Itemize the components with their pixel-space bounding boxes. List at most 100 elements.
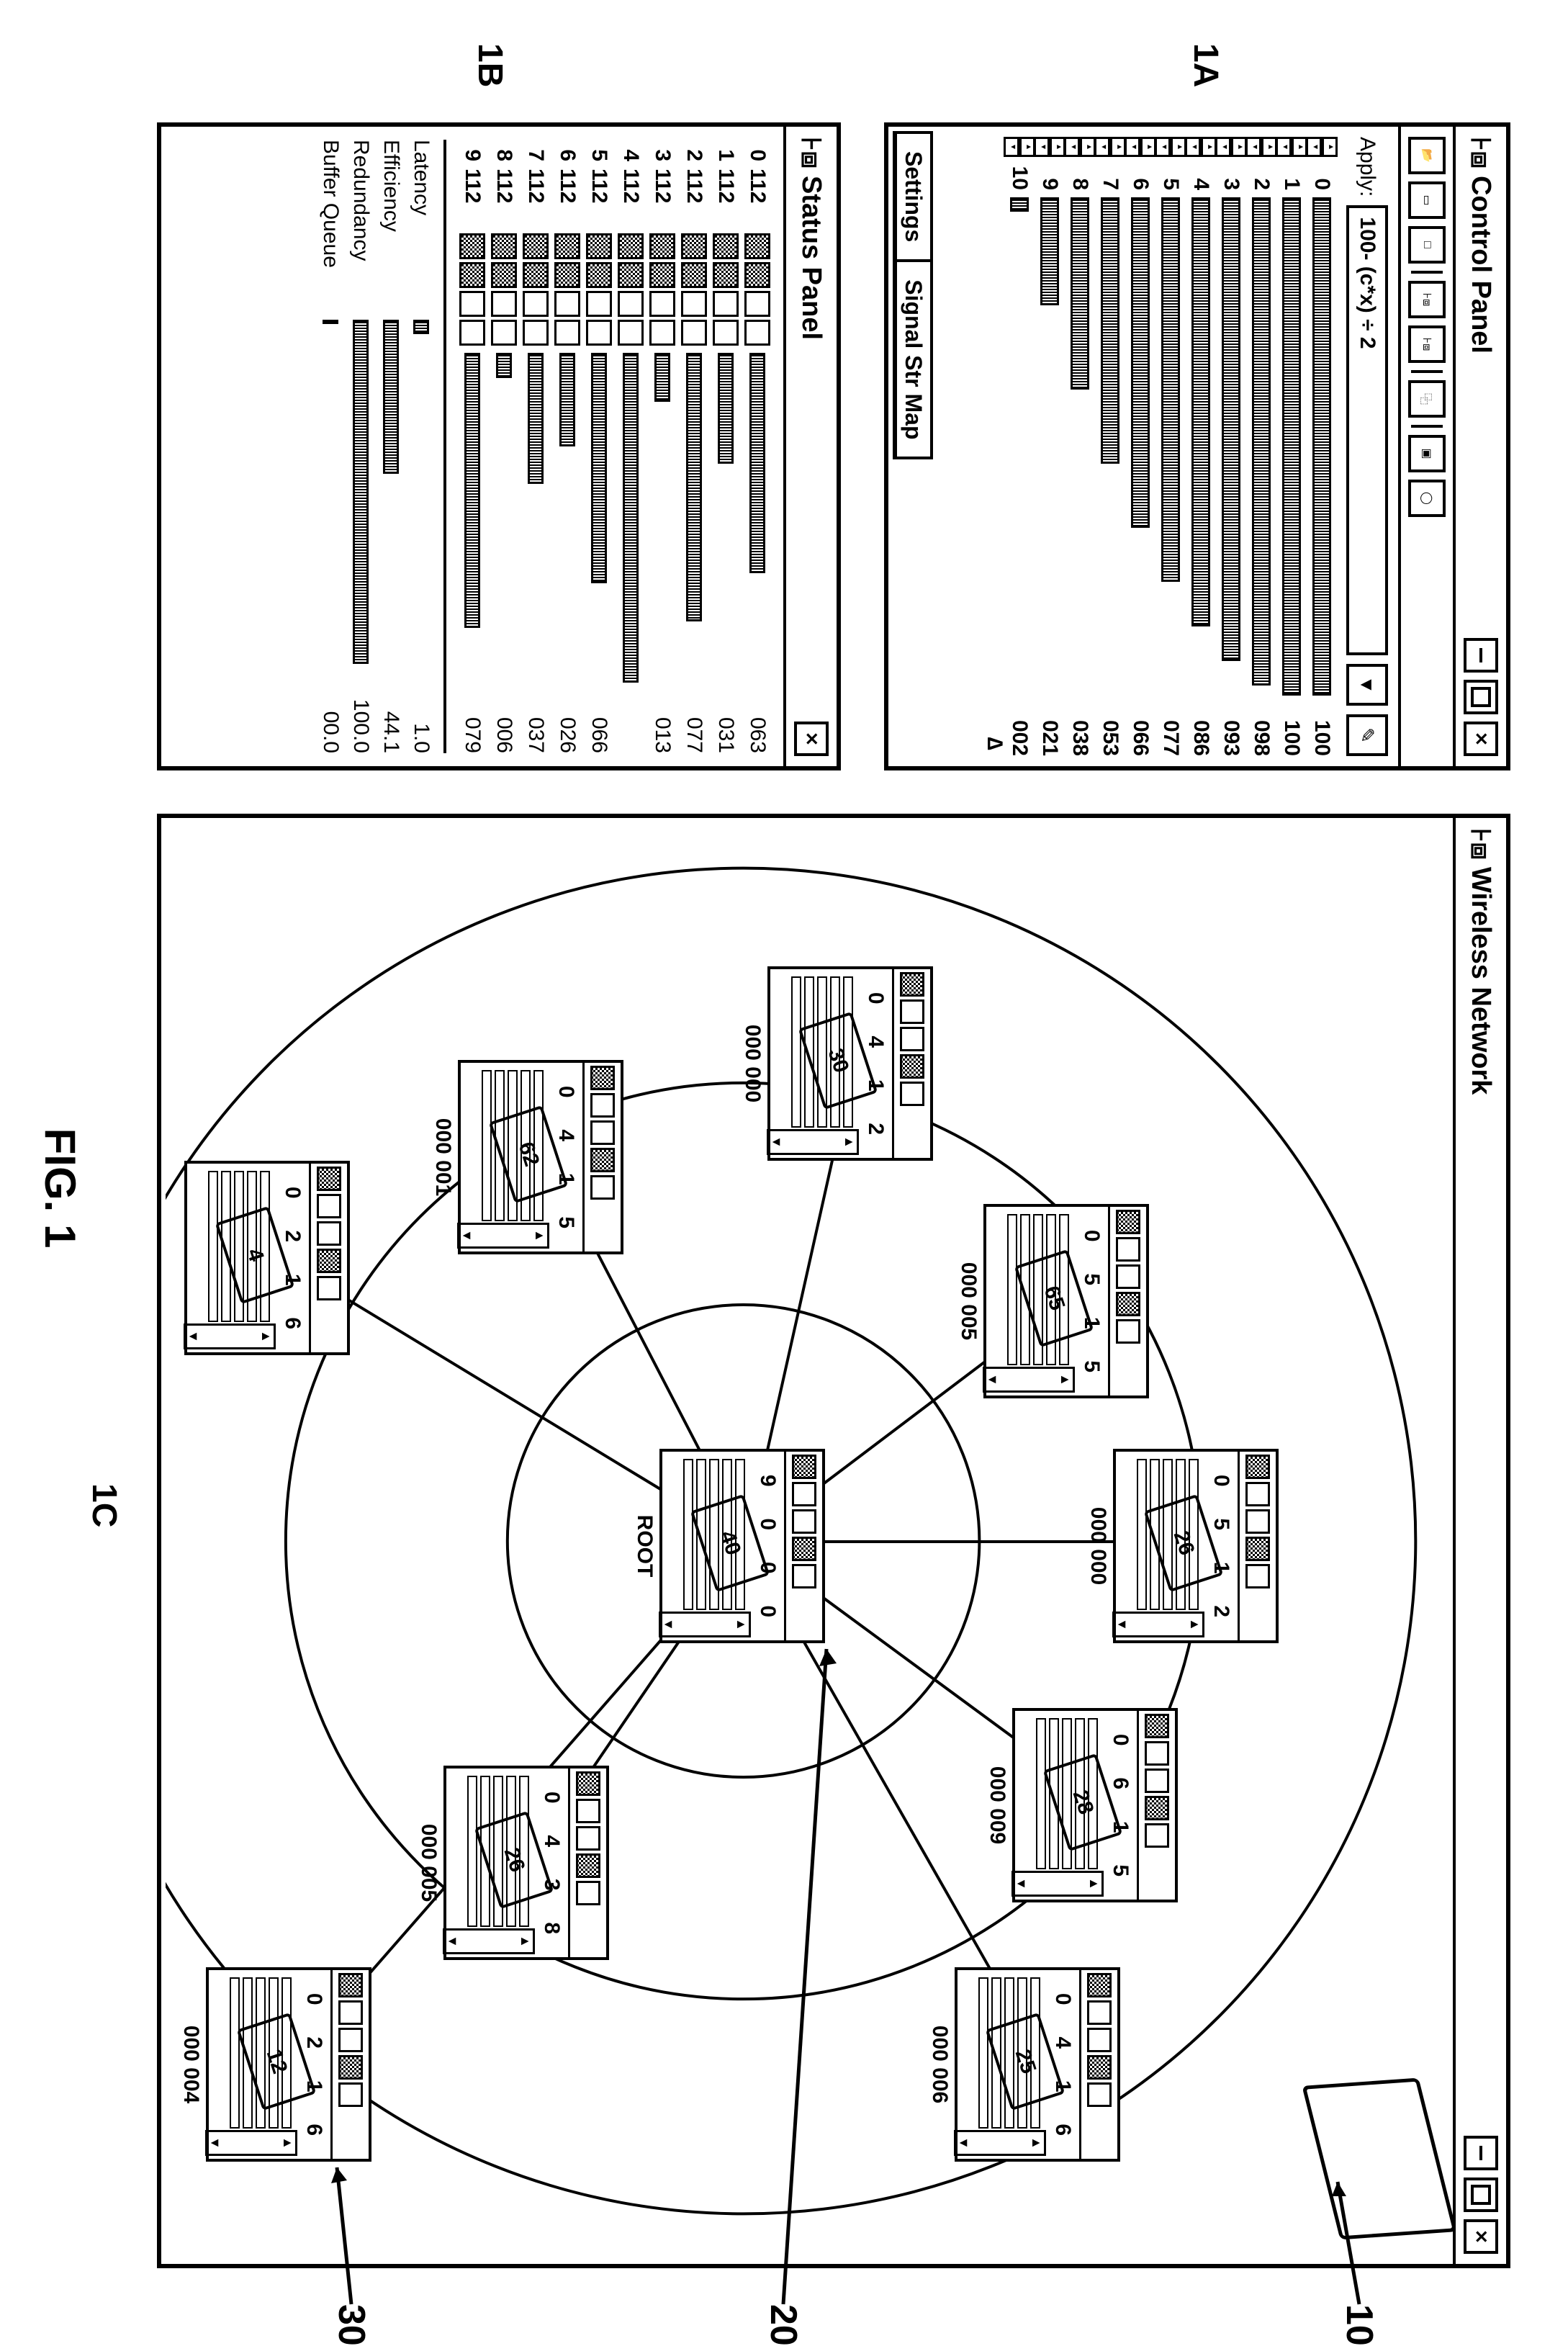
- spinner[interactable]: ▴▾: [1245, 137, 1277, 157]
- node-toolbar[interactable]: [309, 1164, 347, 1352]
- signal-bar: [1040, 197, 1059, 691]
- node-bars: [208, 1171, 270, 1322]
- row-index: 9: [1037, 164, 1062, 190]
- row-icons[interactable]: [523, 233, 549, 346]
- row-icons[interactable]: [554, 233, 580, 346]
- spinner[interactable]: ▴▾: [1306, 137, 1338, 157]
- delta-header: ∆: [982, 137, 1006, 756]
- spinner[interactable]: ▴▾: [1094, 137, 1126, 157]
- apply-formula-input[interactable]: 100- (c*x) ÷ 2: [1346, 205, 1388, 655]
- row-icons[interactable]: [649, 233, 675, 346]
- maximize-button[interactable]: [1464, 2178, 1498, 2212]
- status-bar: [623, 353, 639, 696]
- row-value: 037: [523, 703, 548, 753]
- row-address: 112: [745, 168, 770, 226]
- node-toolbar[interactable]: [330, 1970, 369, 2159]
- spinner[interactable]: ▴▾: [1125, 137, 1156, 157]
- minimize-button[interactable]: [1464, 2136, 1498, 2170]
- spinner[interactable]: ▴▾: [1276, 137, 1307, 157]
- close-button[interactable]: [1464, 2219, 1498, 2254]
- metric-value: 100.0: [348, 660, 373, 753]
- network-icon[interactable]: ⊦⧈: [1408, 325, 1446, 363]
- callout-30: 30: [330, 2304, 373, 2346]
- row-icons[interactable]: [681, 233, 707, 346]
- row-index: 7: [523, 140, 548, 161]
- tile-icon[interactable]: □: [1408, 226, 1446, 264]
- signal-bar: [1071, 197, 1089, 691]
- signal-row: ▴▾ 10 002: [1006, 137, 1032, 756]
- network-node[interactable]: 0416 25: [955, 1967, 1120, 2162]
- node-scrollbar[interactable]: [184, 1323, 276, 1349]
- spinner[interactable]: ▴▾: [1064, 137, 1096, 157]
- status-row: 3 112 013: [646, 140, 678, 753]
- graph-icon[interactable]: ⿻: [1408, 380, 1446, 418]
- signal-bar: [1010, 197, 1029, 691]
- search-icon[interactable]: ◯: [1408, 480, 1446, 517]
- row-icons[interactable]: [618, 233, 644, 346]
- row-index: 0: [1310, 164, 1334, 190]
- window-icon[interactable]: ▭: [1408, 181, 1446, 219]
- spinner[interactable]: ▴▾: [1034, 137, 1065, 157]
- minimize-button[interactable]: [1464, 638, 1498, 673]
- network-node[interactable]: 0412 30: [767, 966, 933, 1161]
- row-address: 112: [650, 168, 675, 226]
- row-index: 6: [1128, 164, 1153, 190]
- row-icons[interactable]: [713, 233, 739, 346]
- node-address: 000 000: [740, 966, 765, 1161]
- spinner[interactable]: ▴▾: [1185, 137, 1217, 157]
- row-icons[interactable]: [459, 233, 485, 346]
- network-node[interactable]: 0512 26: [1113, 1449, 1279, 1643]
- tab-settings[interactable]: Settings: [893, 131, 933, 262]
- network-node[interactable]: 0216 4: [184, 1161, 350, 1355]
- node-scrollbar[interactable]: [457, 1223, 549, 1249]
- network-node[interactable]: 0216 12: [206, 1967, 371, 2162]
- maximize-button[interactable]: [1464, 680, 1498, 714]
- node-toolbar[interactable]: [784, 1452, 822, 1640]
- signal-row: ▴▾ 1 100: [1279, 137, 1305, 756]
- root-node[interactable]: 9000 40: [659, 1449, 825, 1643]
- node-bars: [1137, 1459, 1199, 1610]
- monitor-icon[interactable]: ▣: [1408, 435, 1446, 472]
- network-node[interactable]: 0515 65: [983, 1204, 1149, 1398]
- spinner[interactable]: ▴▾: [1004, 137, 1035, 157]
- row-icons[interactable]: [744, 233, 770, 346]
- node-scrollbar[interactable]: [659, 1612, 751, 1637]
- apply-dropdown-button[interactable]: ▼: [1346, 664, 1388, 706]
- node-toolbar[interactable]: [1137, 1711, 1175, 1900]
- node-scrollbar[interactable]: [954, 2130, 1046, 2156]
- node-toolbar[interactable]: [892, 969, 930, 1158]
- tree-icon[interactable]: ⊦⧈: [1408, 281, 1446, 318]
- status-row: 8 112 006: [488, 140, 520, 753]
- node-toolbar[interactable]: [1079, 1970, 1117, 2159]
- tab-signal-str-map[interactable]: Signal Str Map: [893, 259, 933, 459]
- spinner[interactable]: ▴▾: [1215, 137, 1247, 157]
- row-value: 002: [1007, 698, 1032, 756]
- status-bar: [528, 353, 544, 696]
- status-bar: [686, 353, 702, 696]
- node-toolbar[interactable]: [1108, 1207, 1146, 1396]
- open-folder-icon[interactable]: 📂: [1408, 137, 1446, 174]
- network-node[interactable]: 0415 62: [458, 1060, 623, 1254]
- node-scrollbar[interactable]: [767, 1129, 859, 1155]
- spinner[interactable]: ▴▾: [1155, 137, 1186, 157]
- network-node[interactable]: 0438 26: [443, 1766, 609, 1960]
- apply-brush-button[interactable]: ✎: [1346, 714, 1388, 756]
- node-toolbar[interactable]: [582, 1063, 621, 1251]
- status-panel: ⊦⧈ Status Panel 0 112 0631 112 0312 112 …: [157, 122, 841, 770]
- close-button[interactable]: [794, 722, 829, 756]
- node-address: 000 009: [985, 1708, 1009, 1902]
- node-toolbar[interactable]: [1238, 1452, 1276, 1640]
- row-index: 1: [1279, 164, 1304, 190]
- node-toolbar[interactable]: [568, 1769, 606, 1957]
- node-scrollbar[interactable]: [1011, 1871, 1104, 1897]
- signal-bar: [1222, 197, 1240, 691]
- node-scrollbar[interactable]: [443, 1928, 535, 1954]
- row-icons[interactable]: [491, 233, 517, 346]
- close-button[interactable]: [1464, 722, 1498, 756]
- node-scrollbar[interactable]: [1112, 1612, 1204, 1637]
- node-scrollbar[interactable]: [983, 1367, 1075, 1393]
- network-node[interactable]: 0615 28: [1012, 1708, 1178, 1902]
- row-icons[interactable]: [586, 233, 612, 346]
- node-scrollbar[interactable]: [205, 2130, 297, 2156]
- row-index: 1: [713, 140, 738, 161]
